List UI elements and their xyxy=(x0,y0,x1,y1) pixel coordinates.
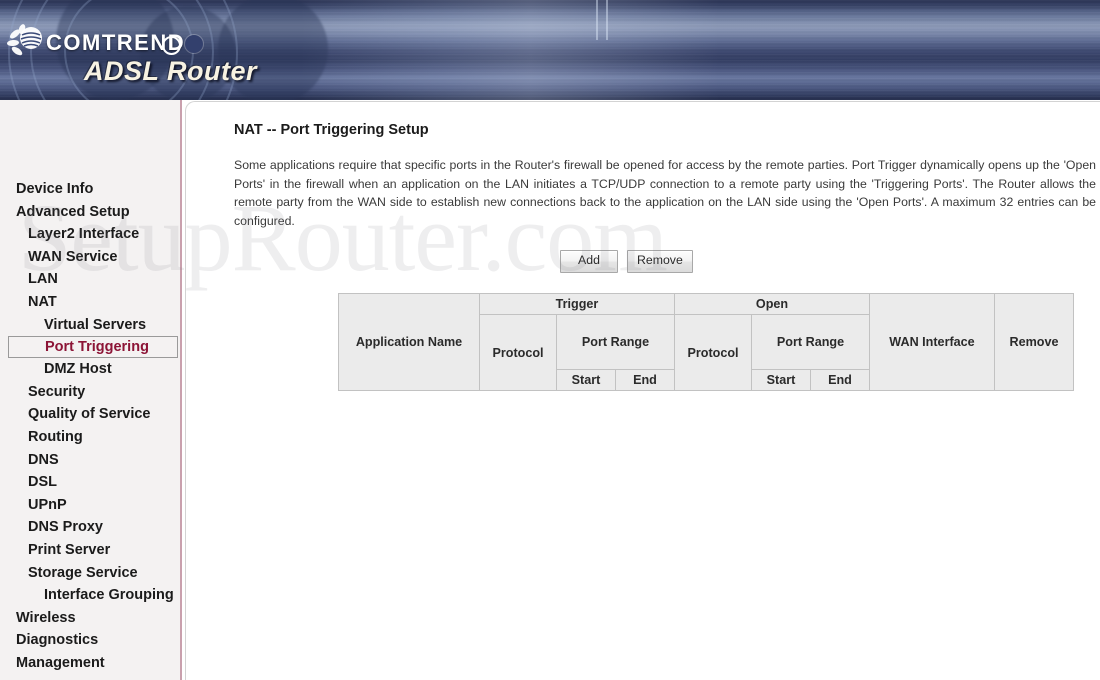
sidebar-item-upnp[interactable]: UPnP xyxy=(0,494,180,517)
sidebar-item-dns-proxy[interactable]: DNS Proxy xyxy=(0,516,180,539)
logo-circle-outline-icon xyxy=(162,36,181,55)
banner-accent-line xyxy=(596,0,598,40)
header-open-port-range: Port Range xyxy=(751,314,870,370)
sidebar-item-advanced-setup[interactable]: Advanced Setup xyxy=(0,201,180,224)
page-title: NAT -- Port Triggering Setup xyxy=(234,122,429,138)
sidebar-item-layer2-interface[interactable]: Layer2 Interface xyxy=(0,223,180,246)
header-trigger-group: Trigger xyxy=(479,293,675,315)
table-header-row-1: Application Name Trigger Open WAN Interf… xyxy=(338,293,1074,391)
sidebar-item-wireless[interactable]: Wireless xyxy=(0,607,180,630)
sidebar-item-device-info[interactable]: Device Info xyxy=(0,178,180,201)
sidebar-item-port-triggering[interactable]: Port Triggering xyxy=(8,336,178,359)
page-description: Some applications require that specific … xyxy=(234,158,1096,228)
header-trigger-protocol: Protocol xyxy=(479,314,557,391)
sidebar-item-interface-grouping[interactable]: Interface Grouping xyxy=(0,584,180,607)
header-trigger-end: End xyxy=(615,369,675,391)
add-button[interactable]: Add xyxy=(560,250,618,273)
header-wan-interface: WAN Interface xyxy=(869,293,995,391)
header-trigger-start: Start xyxy=(556,369,616,391)
sidebar-item-nat[interactable]: NAT xyxy=(0,291,180,314)
sidebar-item-virtual-servers[interactable]: Virtual Servers xyxy=(0,314,180,337)
sidebar-item-lan[interactable]: LAN xyxy=(0,268,180,291)
sidebar-item-storage-service[interactable]: Storage Service xyxy=(0,562,180,585)
logo-circle-filled-icon xyxy=(185,35,203,53)
sidebar-item-quality-of-service[interactable]: Quality of Service xyxy=(0,403,180,426)
sidebar-item-dmz-host[interactable]: DMZ Host xyxy=(0,358,180,381)
table-action-buttons: Add Remove xyxy=(560,250,693,273)
header-remove: Remove xyxy=(994,293,1074,391)
header-application-name: Application Name xyxy=(338,293,480,391)
sidebar-item-dsl[interactable]: DSL xyxy=(0,471,180,494)
sidebar-item-print-server[interactable]: Print Server xyxy=(0,539,180,562)
sidebar-item-wan-service[interactable]: WAN Service xyxy=(0,246,180,269)
port-triggering-table: Application Name Trigger Open WAN Interf… xyxy=(338,293,1074,391)
header-open-protocol: Protocol xyxy=(674,314,752,391)
sidebar-item-management[interactable]: Management xyxy=(0,652,180,675)
comtrend-flower-logo-icon xyxy=(6,22,46,62)
sidebar-item-list: Device Info Advanced Setup Layer2 Interfac… xyxy=(0,178,180,674)
sidebar-item-dns[interactable]: DNS xyxy=(0,449,180,472)
port-triggering-table-wrapper: Application Name Trigger Open WAN Interf… xyxy=(338,293,1074,391)
header-trigger-port-range: Port Range xyxy=(556,314,675,370)
header-open-start: Start xyxy=(751,369,811,391)
header-open-end: End xyxy=(810,369,870,391)
main-content-panel: NAT -- Port Triggering Setup Some applic… xyxy=(185,101,1100,680)
banner-accent-line xyxy=(606,0,608,40)
remove-button[interactable]: Remove xyxy=(627,250,693,273)
sidebar-item-diagnostics[interactable]: Diagnostics xyxy=(0,629,180,652)
sidebar-item-routing[interactable]: Routing xyxy=(0,426,180,449)
header-open-group: Open xyxy=(674,293,870,315)
banner-sheen xyxy=(300,0,720,100)
sidebar-item-security[interactable]: Security xyxy=(0,381,180,404)
page-banner: COMTREND ADSL Router xyxy=(0,0,1100,100)
product-title: ADSL Router xyxy=(84,56,258,86)
sidebar-navigation: Device Info Advanced Setup Layer2 Interfac… xyxy=(0,100,182,680)
